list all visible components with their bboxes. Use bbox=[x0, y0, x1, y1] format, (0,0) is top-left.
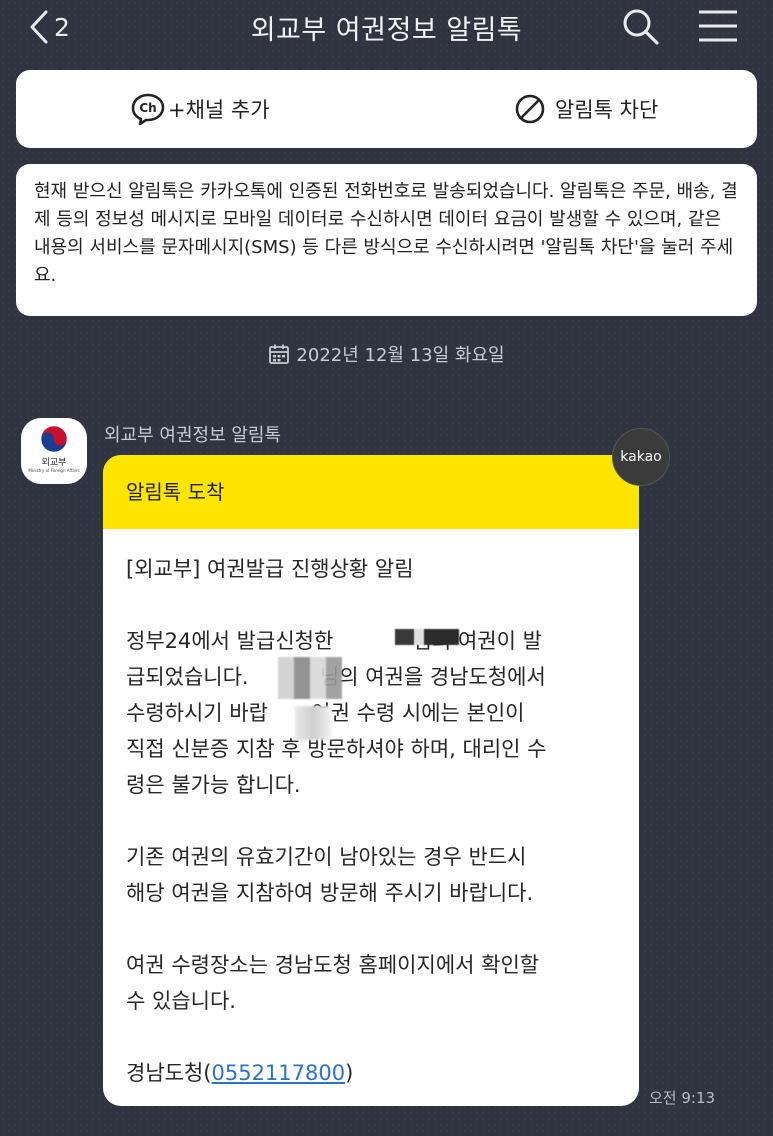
add-channel-label: +채널 추가 bbox=[168, 98, 270, 122]
sender-avatar[interactable]: 외교부 Ministry of Foreign Affairs bbox=[21, 418, 87, 484]
svg-text:Ch: Ch bbox=[139, 101, 156, 115]
redacted-text bbox=[295, 706, 331, 740]
channel-action-card: Ch +채널 추가 알림톡 차단 bbox=[16, 70, 757, 148]
unread-count: 2 bbox=[54, 12, 70, 42]
redacted-name bbox=[278, 657, 342, 699]
message-line: 령은 불가능 합니다. bbox=[126, 773, 301, 797]
bubble-header: 알림톡 도착 bbox=[103, 455, 639, 529]
search-button[interactable] bbox=[620, 6, 662, 48]
block-button[interactable]: 알림톡 차단 bbox=[513, 88, 658, 130]
avatar-sublabel: Ministry of Foreign Affairs bbox=[28, 468, 80, 473]
message-line: 수령하시기 바랍. 여권 수령 시에는 본인이 bbox=[126, 701, 525, 725]
message-bubble: 알림톡 도착 [외교부] 여권발급 진행상황 알림 정부24에서 발급신청한 님… bbox=[103, 455, 639, 1106]
message-time: 오전 9:13 bbox=[649, 1089, 716, 1107]
contact-line: 경남도청(0552117800) bbox=[126, 1061, 354, 1085]
hamburger-menu-icon bbox=[699, 10, 737, 42]
message-line: 해당 여권을 지참하여 방문해 주시기 바랍니다. bbox=[126, 881, 534, 905]
message-line: 직접 신분증 지참 후 방문하셔야 하며, 대리인 수 bbox=[126, 737, 547, 761]
message-title: [외교부] 여권발급 진행상황 알림 bbox=[126, 557, 414, 581]
search-icon bbox=[623, 9, 659, 45]
date-text: 2022년 12월 13일 화요일 bbox=[296, 345, 505, 366]
top-bar: 2 외교부 여권정보 알림톡 bbox=[0, 0, 773, 58]
date-divider: 2022년 12월 13일 화요일 bbox=[0, 341, 773, 367]
message-line: 수 있습니다. bbox=[126, 989, 236, 1013]
message-body: [외교부] 여권발급 진행상황 알림 정부24에서 발급신청한 님의 여권이 발… bbox=[103, 529, 639, 1091]
redacted-name bbox=[395, 629, 459, 645]
block-label: 알림톡 차단 bbox=[555, 98, 659, 122]
calendar-icon bbox=[269, 344, 290, 364]
notice-text: 현재 받으신 알림톡은 카카오톡에 인증된 전화번호로 발송되었습니다. 알림톡… bbox=[16, 164, 757, 316]
phone-link[interactable]: 0552117800 bbox=[211, 1061, 345, 1085]
message-line: 여권 수령장소는 경남도청 홈페이지에서 확인할 bbox=[126, 953, 540, 977]
kakao-badge: kakao bbox=[612, 428, 670, 486]
message-line: 기존 여권의 유효기간이 남아있는 경우 반드시 bbox=[126, 845, 527, 869]
add-channel-button[interactable]: Ch +채널 추가 bbox=[130, 88, 270, 130]
message-line: 급되었습니다. 님의 여권을 경남도청에서 bbox=[126, 665, 546, 689]
sender-name: 외교부 여권정보 알림톡 bbox=[104, 425, 282, 446]
block-icon bbox=[515, 94, 545, 124]
avatar-label: 외교부 bbox=[41, 458, 67, 468]
back-button[interactable]: 2 bbox=[28, 6, 70, 48]
menu-button[interactable] bbox=[697, 8, 739, 46]
channel-icon: Ch bbox=[131, 93, 165, 126]
taegeuk-logo-icon bbox=[40, 425, 68, 453]
chevron-left-icon bbox=[30, 10, 48, 44]
message-line: 정부24에서 발급신청한 님의 여권이 발 bbox=[126, 629, 542, 653]
